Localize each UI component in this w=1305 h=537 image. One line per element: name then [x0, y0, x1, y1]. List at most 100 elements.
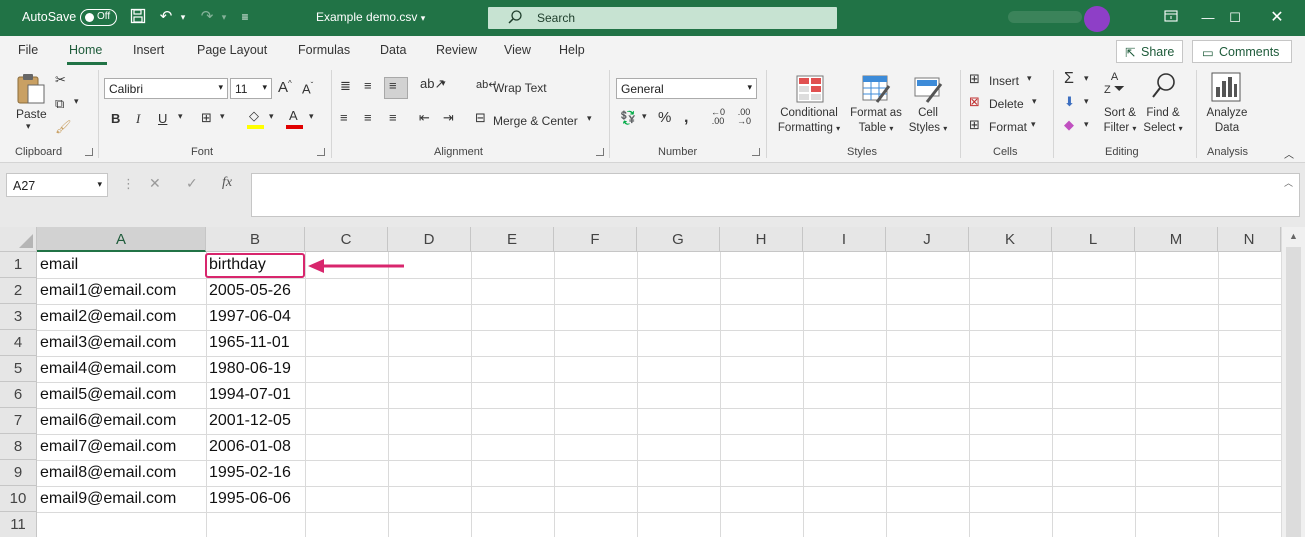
comments-button[interactable]: ▭ Comments — [1192, 40, 1292, 63]
borders-dropdown-icon[interactable]: ▾ — [220, 111, 225, 122]
row-header[interactable]: 5 — [0, 356, 37, 382]
cell-b2[interactable]: 2005-05-26 — [206, 278, 291, 304]
autosave-toggle[interactable]: Off — [80, 9, 117, 26]
copy-dropdown-icon[interactable]: ▾ — [74, 96, 79, 107]
undo-icon[interactable]: ↶ — [157, 8, 175, 26]
fill-dropdown-icon[interactable]: ▾ — [269, 111, 274, 122]
align-left-icon[interactable]: ≡ — [340, 110, 348, 125]
increase-indent-icon[interactable]: ⇥ — [443, 110, 454, 126]
align-middle-icon[interactable]: ≡ — [364, 78, 372, 93]
cell-b8[interactable]: 2006-01-08 — [206, 434, 291, 460]
number-format-select[interactable]: General ▾ — [616, 78, 757, 99]
save-icon[interactable] — [129, 8, 147, 26]
font-launcher-icon[interactable] — [317, 148, 325, 156]
orientation-dropdown-icon[interactable]: ▾ — [441, 78, 446, 89]
cell-a8[interactable]: email7@email.com — [37, 434, 176, 460]
cell-a6[interactable]: email5@email.com — [37, 382, 176, 408]
tab-view[interactable]: View — [504, 43, 531, 57]
cell-a7[interactable]: email6@email.com — [37, 408, 176, 434]
clipboard-launcher-icon[interactable] — [85, 148, 93, 156]
cell-b3[interactable]: 1997-06-04 — [206, 304, 291, 330]
tab-help[interactable]: Help — [559, 43, 585, 57]
tab-review[interactable]: Review — [436, 43, 477, 57]
decrease-font-icon[interactable]: Aˇ — [302, 81, 313, 96]
comma-style-icon[interactable]: , — [684, 109, 688, 127]
row-header[interactable]: 7 — [0, 408, 37, 434]
column-header-e[interactable]: E — [471, 227, 554, 252]
cell-b5[interactable]: 1980-06-19 — [206, 356, 291, 382]
undo-dropdown-icon[interactable]: ▾ — [174, 8, 192, 26]
increase-font-icon[interactable]: A^ — [278, 79, 292, 96]
cell-a4[interactable]: email3@email.com — [37, 330, 176, 356]
scroll-up-icon[interactable]: ▲ — [1289, 231, 1298, 241]
column-header-f[interactable]: F — [554, 227, 637, 252]
autosum-dropdown-icon[interactable]: ▾ — [1084, 73, 1089, 84]
customize-toolbar-icon[interactable]: ≡ — [236, 8, 254, 26]
fill-icon[interactable]: ⬇ — [1064, 94, 1075, 110]
column-header-h[interactable]: H — [720, 227, 803, 252]
font-size-select[interactable]: 11 ▾ — [230, 78, 272, 99]
cell-b6[interactable]: 1994-07-01 — [206, 382, 291, 408]
tab-insert[interactable]: Insert — [133, 43, 164, 57]
borders-icon[interactable]: ⊞ — [201, 110, 212, 126]
italic-icon[interactable]: I — [136, 111, 140, 127]
row-header[interactable]: 9 — [0, 460, 37, 486]
row-header[interactable]: 11 — [0, 512, 37, 537]
cell-b9[interactable]: 1995-02-16 — [206, 460, 291, 486]
enter-icon[interactable]: ✓ — [186, 175, 198, 192]
tab-data[interactable]: Data — [380, 43, 406, 57]
cell-a9[interactable]: email8@email.com — [37, 460, 176, 486]
column-header-d[interactable]: D — [388, 227, 471, 252]
autosum-icon[interactable]: Σ — [1064, 70, 1074, 88]
maximize-icon[interactable]: ☐ — [1226, 9, 1244, 27]
clear-icon[interactable]: ◆ — [1064, 117, 1074, 133]
vertical-scrollbar[interactable]: ▲ — [1281, 227, 1305, 537]
clear-dropdown-icon[interactable]: ▾ — [1084, 119, 1089, 130]
tab-home[interactable]: Home — [69, 43, 102, 57]
number-launcher-icon[interactable] — [752, 148, 760, 156]
cell-a10[interactable]: email9@email.com — [37, 486, 176, 512]
row-header[interactable]: 8 — [0, 434, 37, 460]
row-header[interactable]: 6 — [0, 382, 37, 408]
ribbon-display-icon[interactable] — [1162, 9, 1180, 27]
insert-function-icon[interactable]: fx — [222, 175, 232, 191]
search-box[interactable]: Search — [488, 7, 837, 29]
minimize-icon[interactable]: — — [1199, 9, 1217, 27]
column-header-a[interactable]: A — [37, 227, 206, 252]
user-name[interactable] — [1008, 11, 1082, 23]
align-right-icon[interactable]: ≡ — [389, 110, 397, 125]
cell-b4[interactable]: 1965-11-01 — [206, 330, 290, 356]
column-header-c[interactable]: C — [305, 227, 388, 252]
share-button[interactable]: ⇱ Share — [1116, 40, 1183, 63]
column-header-g[interactable]: G — [637, 227, 720, 252]
font-name-select[interactable]: Calibri ▾ — [104, 78, 228, 99]
cut-icon[interactable]: ✂ — [55, 72, 66, 88]
alignment-launcher-icon[interactable] — [596, 148, 604, 156]
scrollbar-thumb[interactable] — [1286, 247, 1301, 537]
formula-input[interactable]: ︿ — [251, 173, 1300, 217]
cancel-icon[interactable]: ✕ — [149, 175, 161, 192]
accounting-icon[interactable]: 💱 — [620, 110, 636, 126]
cell-b10[interactable]: 1995-06-06 — [206, 486, 291, 512]
align-top-icon[interactable]: ≣ — [340, 78, 351, 94]
copy-icon[interactable]: ⧉ — [55, 96, 64, 112]
cell-b7[interactable]: 2001-12-05 — [206, 408, 291, 434]
name-box[interactable]: A27 ▾ — [6, 173, 108, 197]
align-center-icon[interactable]: ≡ — [364, 110, 372, 125]
row-header[interactable]: 10 — [0, 486, 37, 512]
tab-file[interactable]: File — [18, 43, 38, 57]
underline-dropdown-icon[interactable]: ▾ — [178, 111, 183, 122]
row-header[interactable]: 4 — [0, 330, 37, 356]
decrease-decimal-icon[interactable]: .00 →0 — [737, 108, 751, 126]
cell-a2[interactable]: email1@email.com — [37, 278, 176, 304]
column-header-i[interactable]: I — [803, 227, 886, 252]
font-color-dropdown-icon[interactable]: ▾ — [309, 111, 314, 122]
increase-decimal-icon[interactable]: ←0.00 — [711, 108, 725, 126]
column-header-j[interactable]: J — [886, 227, 969, 252]
redo-dropdown-icon[interactable]: ▾ — [215, 8, 233, 26]
close-icon[interactable]: ✕ — [1268, 9, 1286, 27]
row-header[interactable]: 2 — [0, 278, 37, 304]
decrease-indent-icon[interactable]: ⇤ — [419, 110, 430, 126]
column-header-n[interactable]: N — [1218, 227, 1281, 252]
column-header-l[interactable]: L — [1052, 227, 1135, 252]
